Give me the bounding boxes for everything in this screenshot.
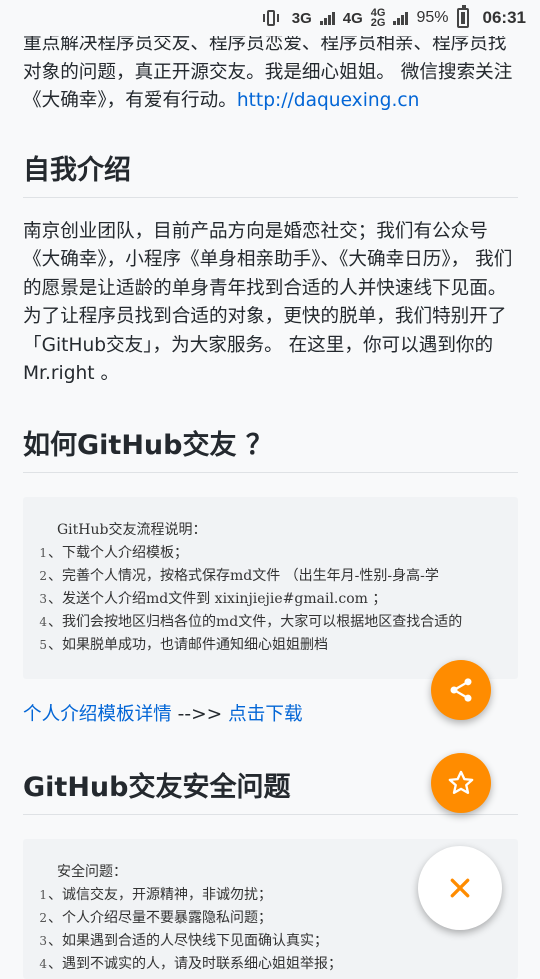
share-icon bbox=[450, 678, 472, 702]
code-line: 2、完善个人情况，按格式保存md文件 （出生年月-性别-身高-学 bbox=[23, 565, 518, 588]
share-button[interactable] bbox=[431, 660, 491, 720]
code-text: 、个人介绍尽量不要暴露隐私问题； bbox=[48, 910, 272, 926]
dual-network-indicator: 4G 2G bbox=[370, 7, 386, 29]
howto-code-block: GitHub交友流程说明： 1、下载个人介绍模板； 2、完善个人情况，按格式保存m… bbox=[23, 496, 518, 679]
code-text: 、如果脱单成功，也请邮件通知细心姐姐删档 bbox=[48, 636, 328, 653]
close-icon bbox=[450, 878, 470, 898]
code-text: 、如果遇到合适的人尽快线下见面确认真实； bbox=[48, 933, 328, 949]
code-text: 、发送个人介绍md文件到 xixinjiejie#gmail.com ； bbox=[48, 590, 387, 607]
code-line: 4、遇到不诚实的人，请及时联系细心姐姐举报； bbox=[23, 953, 518, 976]
status-bar: 3G 4G 4G 2G 95% 06:31 bbox=[0, 0, 540, 36]
code-line: 5、如果脱单成功，也请邮件通知细心姐姐删档 bbox=[23, 634, 518, 657]
signal-3g-icon bbox=[319, 11, 335, 25]
signal-4g-icon bbox=[393, 11, 409, 25]
code-text: 、遇到不诚实的人，请及时联系细心姐姐举报； bbox=[48, 956, 342, 972]
line-number: 2 bbox=[39, 568, 47, 583]
vibrate-icon bbox=[258, 9, 284, 27]
code-text: 、我们会按地区归档各位的md文件，大家可以根据地区查找合适的 bbox=[48, 613, 463, 630]
network-4g-label: 4G bbox=[342, 9, 363, 27]
heading-howto: 如何GitHub交友 ？ bbox=[23, 423, 518, 473]
code-title: GitHub交友流程说明： bbox=[57, 521, 207, 538]
code-text: 、完善个人情况，按格式保存md文件 （出生年月-性别-身高-学 bbox=[48, 567, 439, 584]
code-line: 3、发送个人介绍md文件到 xixinjiejie#gmail.com ； bbox=[23, 588, 518, 611]
line-number: 3 bbox=[39, 934, 47, 948]
code-line: 3、如果遇到合适的人尽快线下见面确认真实； bbox=[23, 930, 518, 953]
battery-icon bbox=[456, 5, 469, 28]
intro-paragraph: 重点解决程序员交友、程序员恋爱、程序员相亲、程序员找对象的问题，真正开源交友。我… bbox=[23, 33, 513, 111]
star-icon bbox=[448, 770, 474, 794]
line-number: 4 bbox=[39, 614, 47, 629]
favorite-button[interactable] bbox=[431, 753, 491, 813]
code-text: 、下载个人介绍模板； bbox=[48, 544, 188, 561]
code-line: 4、我们会按地区归档各位的md文件，大家可以根据地区查找合适的 bbox=[23, 611, 518, 634]
line-number: 1 bbox=[39, 888, 47, 902]
clock: 06:31 bbox=[482, 8, 526, 27]
network-3g-label: 3G bbox=[291, 9, 312, 27]
download-link[interactable]: 点击下载 bbox=[228, 704, 302, 725]
line-number: 5 bbox=[39, 637, 47, 652]
line-number: 3 bbox=[39, 591, 47, 606]
heading-self-intro: 自我介绍 bbox=[23, 148, 518, 198]
readme-content: 重点解决程序员交友、程序员恋爱、程序员相亲、程序员找对象的问题，真正开源交友。我… bbox=[23, 30, 518, 979]
battery-percent: 95% bbox=[416, 9, 449, 26]
line-number: 4 bbox=[39, 957, 47, 971]
template-detail-link[interactable]: 个人介绍模板详情 bbox=[23, 704, 172, 725]
code-line: 1、下载个人介绍模板； bbox=[23, 542, 518, 565]
line-number: 2 bbox=[39, 911, 47, 925]
code-text: 、诚信交友，开源精神，非诚勿扰； bbox=[48, 887, 272, 903]
self-intro-paragraph: 南京创业团队，目前产品方向是婚恋社交；我们有公众号《大确幸》，小程序《单身相亲助… bbox=[23, 220, 513, 385]
close-menu-button[interactable] bbox=[418, 846, 502, 930]
line-number: 1 bbox=[39, 545, 47, 560]
website-link[interactable]: http://daquexing.cn bbox=[237, 90, 420, 111]
